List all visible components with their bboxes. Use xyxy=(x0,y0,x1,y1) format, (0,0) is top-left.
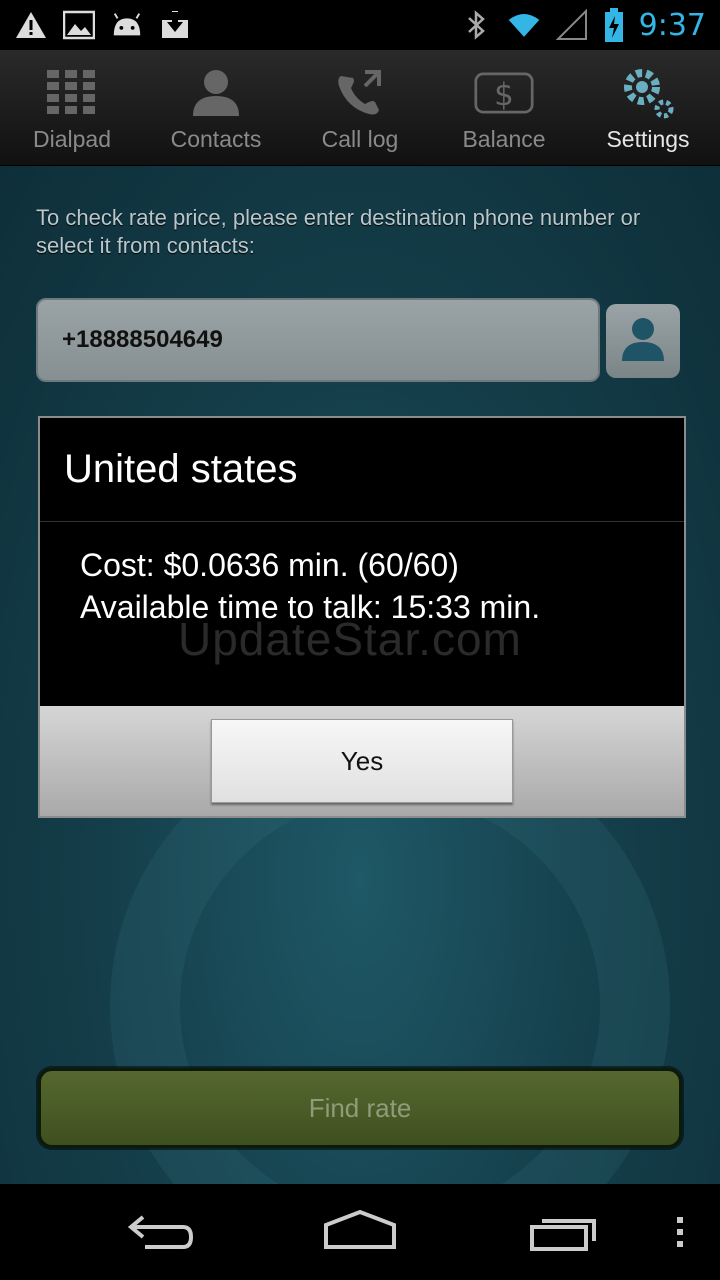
contact-icon xyxy=(619,315,667,367)
bluetooth-icon xyxy=(459,8,493,42)
tab-label: Balance xyxy=(462,126,546,152)
tab-label: Settings xyxy=(606,126,690,152)
yes-button[interactable]: Yes xyxy=(211,719,513,803)
battery-charging-icon xyxy=(603,8,625,42)
back-icon xyxy=(125,1213,195,1255)
dialpad-icon xyxy=(42,66,102,120)
dialog-title: United states xyxy=(40,418,684,522)
watermark: UpdateStar.com xyxy=(178,613,522,665)
cost-text: Cost: $0.0636 min. (60/60) xyxy=(80,547,459,583)
find-rate-button[interactable]: Find rate xyxy=(38,1068,682,1148)
clock: 9:37 xyxy=(638,7,706,43)
recent-apps-button[interactable] xyxy=(524,1214,604,1258)
navigation-bar xyxy=(0,1184,720,1280)
image-icon xyxy=(62,8,96,42)
select-contact-button[interactable] xyxy=(606,304,680,378)
rate-dialog: United states Cost: $0.0636 min. (60/60)… xyxy=(38,416,686,818)
android-icon xyxy=(110,8,144,42)
menu-button[interactable] xyxy=(668,1214,692,1254)
tab-dialpad[interactable]: Dialpad xyxy=(0,50,144,165)
back-button[interactable] xyxy=(120,1214,200,1254)
signal-icon xyxy=(555,8,589,42)
dialog-footer: Yes xyxy=(40,706,684,816)
settings-icon xyxy=(618,66,678,120)
tab-label: Contacts xyxy=(170,126,262,152)
phone-number-input[interactable]: +18888504649 xyxy=(36,298,600,382)
status-bar: 9:37 xyxy=(0,0,720,50)
dialog-body: Cost: $0.0636 min. (60/60) Available tim… xyxy=(40,522,684,706)
home-icon xyxy=(322,1209,398,1255)
tab-contacts[interactable]: Contacts xyxy=(144,50,288,165)
svg-text:$: $ xyxy=(494,77,514,113)
tab-label: Call log xyxy=(321,126,399,152)
home-button[interactable] xyxy=(320,1209,400,1255)
download-icon xyxy=(158,8,192,42)
instructions-text: To check rate price, please enter destin… xyxy=(36,205,641,258)
contacts-icon xyxy=(186,66,246,120)
tab-label: Dialpad xyxy=(33,126,111,152)
call-log-icon xyxy=(330,66,390,120)
tab-bar: Dialpad Contacts Call log $ Balance Sett… xyxy=(0,50,720,166)
overflow-menu-icon xyxy=(675,1215,685,1253)
wifi-icon xyxy=(507,8,541,42)
tab-call-log[interactable]: Call log xyxy=(288,50,432,165)
warning-icon xyxy=(14,8,48,42)
tab-balance[interactable]: $ Balance xyxy=(432,50,576,165)
recent-apps-icon xyxy=(528,1215,600,1257)
tab-settings[interactable]: Settings xyxy=(576,50,720,165)
balance-icon: $ xyxy=(474,66,534,120)
